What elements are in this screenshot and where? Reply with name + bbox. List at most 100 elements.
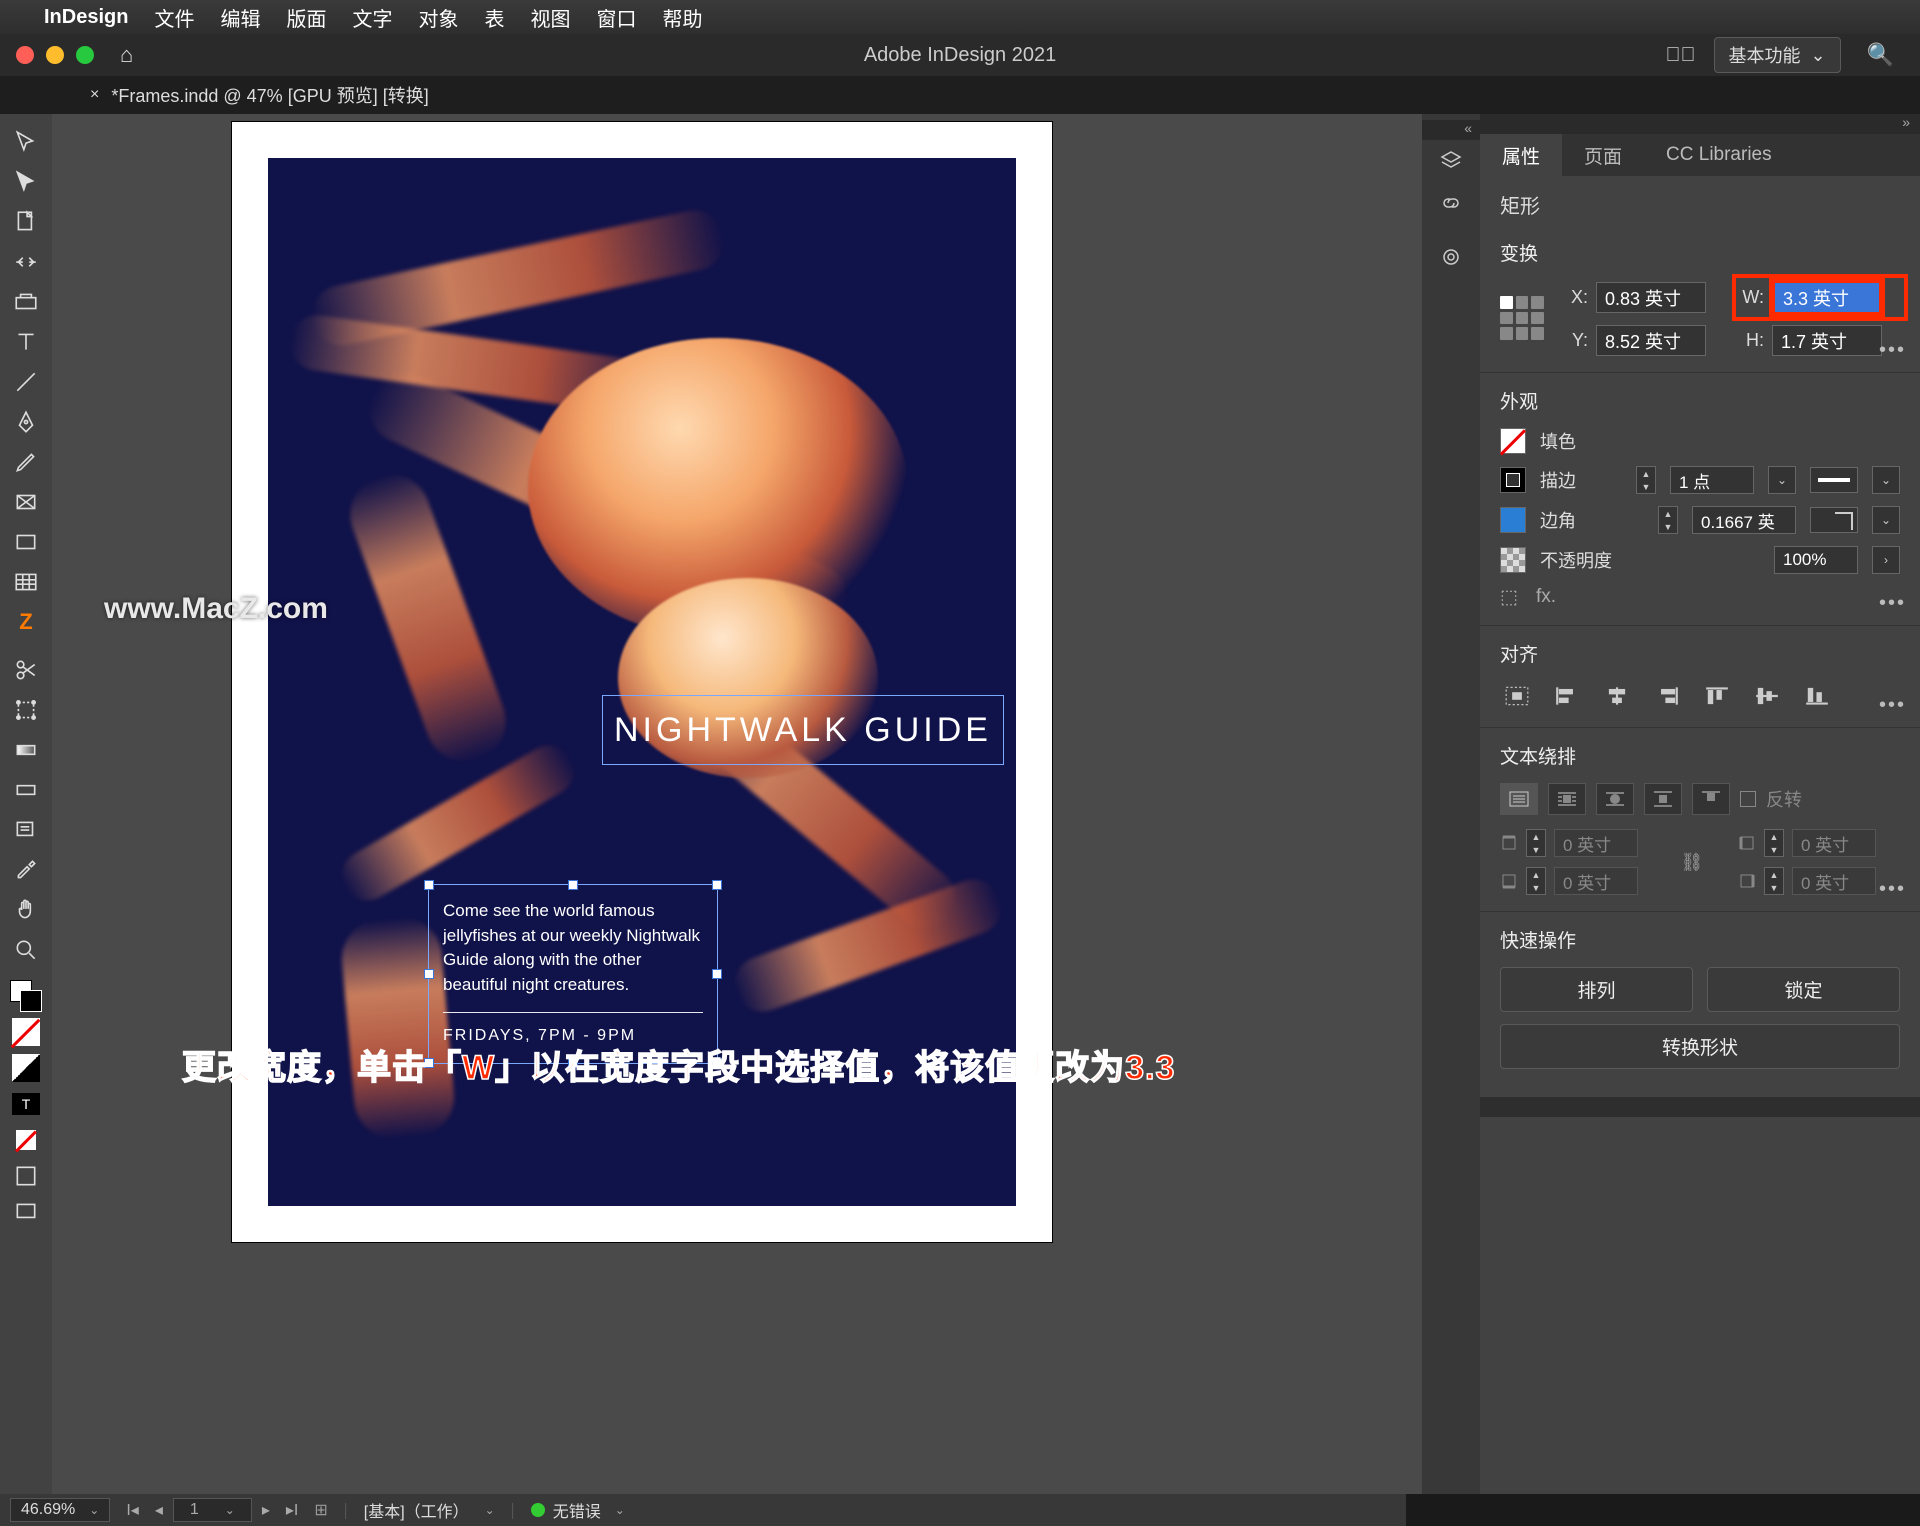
formatting-container-icon[interactable] — [0, 1050, 52, 1086]
resize-handle-icon[interactable] — [568, 880, 578, 890]
direct-selection-tool-icon[interactable] — [0, 162, 52, 202]
last-page-icon[interactable]: ▸I — [280, 1500, 304, 1520]
close-window-icon[interactable] — [16, 46, 34, 64]
stroke-weight-input[interactable] — [1670, 466, 1754, 494]
fill-stroke-swap-icon[interactable] — [0, 978, 52, 1014]
y-input[interactable] — [1596, 325, 1706, 356]
stroke-style-dd-icon[interactable]: ⌄ — [1872, 466, 1900, 494]
x-input[interactable] — [1596, 282, 1706, 313]
align-left-icon[interactable] — [1550, 681, 1584, 711]
view-mode-icon[interactable] — [0, 1158, 52, 1194]
type-tool-icon[interactable] — [0, 322, 52, 362]
more-options-icon[interactable]: ••• — [1879, 878, 1906, 901]
link-offsets-icon[interactable]: ⛓ — [1678, 844, 1706, 880]
content-collector-tool-icon[interactable] — [0, 282, 52, 322]
rectangle-frame-tool-icon[interactable] — [0, 482, 52, 522]
first-page-icon[interactable]: I◂ — [120, 1500, 144, 1520]
resize-handle-icon[interactable] — [712, 880, 722, 890]
preflight-status[interactable]: 无错误 ⌄ — [531, 1498, 625, 1522]
invert-checkbox[interactable] — [1740, 791, 1756, 807]
resize-handle-icon[interactable] — [424, 880, 434, 890]
pen-tool-icon[interactable] — [0, 402, 52, 442]
resize-handle-icon[interactable] — [712, 969, 722, 979]
menu-object[interactable]: 对象 — [418, 3, 458, 32]
scissors-tool-icon[interactable] — [0, 650, 52, 690]
width-input[interactable] — [1772, 280, 1882, 315]
corner-radius-input[interactable] — [1692, 506, 1796, 534]
arrange-button[interactable]: 排列 — [1500, 967, 1693, 1012]
rectangle-tool-icon[interactable] — [0, 522, 52, 562]
minimize-window-icon[interactable] — [46, 46, 64, 64]
zoom-tool-icon[interactable] — [0, 930, 52, 970]
menu-layout[interactable]: 版面 — [286, 3, 326, 32]
app-name[interactable]: InDesign — [44, 6, 128, 29]
corner-style-dropdown[interactable] — [1810, 507, 1858, 533]
align-to-page-icon[interactable] — [1500, 681, 1534, 711]
menu-file[interactable]: 文件 — [154, 3, 194, 32]
opacity-input[interactable] — [1774, 546, 1858, 574]
menu-window[interactable]: 窗口 — [596, 3, 636, 32]
search-icon[interactable]: 🔍 — [1859, 42, 1902, 68]
gap-tool-icon[interactable] — [0, 242, 52, 282]
close-tab-icon[interactable]: × — [90, 86, 99, 104]
strip-collapse-icon[interactable]: « — [1422, 120, 1480, 140]
align-bottom-icon[interactable] — [1800, 681, 1834, 711]
apply-color-icon[interactable]: T — [0, 1086, 52, 1122]
gradient-swatch-tool-icon[interactable] — [0, 730, 52, 770]
layers-panel-icon[interactable] — [1428, 140, 1474, 182]
convert-shape-button[interactable]: 转换形状 — [1500, 1024, 1900, 1069]
gradient-feather-tool-icon[interactable] — [0, 770, 52, 810]
stroke-weight-dropdown-icon[interactable]: ⌄ — [1768, 466, 1796, 494]
resize-handle-icon[interactable] — [424, 969, 434, 979]
default-fill-stroke-icon[interactable] — [0, 1014, 52, 1050]
tab-cc-libraries[interactable]: CC Libraries — [1644, 134, 1794, 176]
align-top-icon[interactable] — [1700, 681, 1734, 711]
corner-swatch-icon[interactable] — [1500, 507, 1526, 533]
align-center-v-icon[interactable] — [1750, 681, 1784, 711]
open-bridge-icon[interactable]: ⊞ — [314, 1500, 327, 1520]
maximize-window-icon[interactable] — [76, 46, 94, 64]
workspace-dropdown[interactable]: 基本功能 ⌄ — [1714, 37, 1841, 73]
menu-edit[interactable]: 编辑 — [220, 3, 260, 32]
fill-swatch-icon[interactable] — [1500, 428, 1526, 454]
opacity-slider-icon[interactable]: › — [1872, 546, 1900, 574]
screen-mode-icon[interactable] — [0, 1194, 52, 1230]
profile-label[interactable]: [基本]（工作） — [364, 1498, 469, 1522]
offset-right-input[interactable] — [1792, 867, 1876, 895]
height-input[interactable] — [1772, 325, 1882, 356]
home-icon[interactable]: ⌂ — [120, 42, 133, 68]
free-transform-tool-icon[interactable] — [0, 690, 52, 730]
apply-none-icon[interactable] — [0, 1122, 52, 1158]
fx-label[interactable]: fx. — [1536, 586, 1556, 609]
tab-pages[interactable]: 页面 — [1562, 134, 1644, 176]
menu-type[interactable]: 文字 — [352, 3, 392, 32]
offset-right-stepper[interactable]: ▲▼ — [1764, 867, 1784, 895]
table-tool-icon[interactable] — [0, 562, 52, 602]
offset-bottom-input[interactable] — [1554, 867, 1638, 895]
offset-top-stepper[interactable]: ▲▼ — [1526, 829, 1546, 857]
wrap-jump-column-icon[interactable] — [1692, 783, 1730, 815]
stroke-style-dropdown[interactable] — [1810, 467, 1858, 493]
more-options-icon[interactable]: ••• — [1879, 592, 1906, 615]
tab-properties[interactable]: 属性 — [1480, 134, 1562, 176]
menu-help[interactable]: 帮助 — [662, 3, 702, 32]
corner-stepper[interactable]: ▲▼ — [1658, 506, 1678, 534]
hand-tool-icon[interactable] — [0, 890, 52, 930]
lock-button[interactable]: 锁定 — [1707, 967, 1900, 1012]
document-canvas[interactable]: NIGHTWALK GUIDE Come see the world famou… — [52, 114, 1422, 1494]
offset-top-input[interactable] — [1554, 829, 1638, 857]
prev-page-icon[interactable]: ◂ — [149, 1500, 169, 1520]
title-text-frame[interactable]: NIGHTWALK GUIDE — [602, 695, 1004, 765]
panel-collapse-icon[interactable]: » — [1480, 114, 1920, 134]
more-options-icon[interactable]: ••• — [1879, 339, 1906, 362]
align-right-icon[interactable] — [1650, 681, 1684, 711]
orange-z-icon[interactable]: Z — [0, 602, 52, 642]
stroke-stepper[interactable]: ▲▼ — [1636, 466, 1656, 494]
wrap-jump-object-icon[interactable] — [1644, 783, 1682, 815]
links-panel-icon[interactable] — [1428, 182, 1474, 224]
menu-view[interactable]: 视图 — [530, 3, 570, 32]
menu-table[interactable]: 表 — [484, 3, 504, 32]
opacity-swatch-icon[interactable] — [1500, 547, 1526, 573]
effects-icon[interactable]: ⬚ — [1500, 586, 1518, 609]
stroke-swatch-icon[interactable] — [1500, 467, 1526, 493]
